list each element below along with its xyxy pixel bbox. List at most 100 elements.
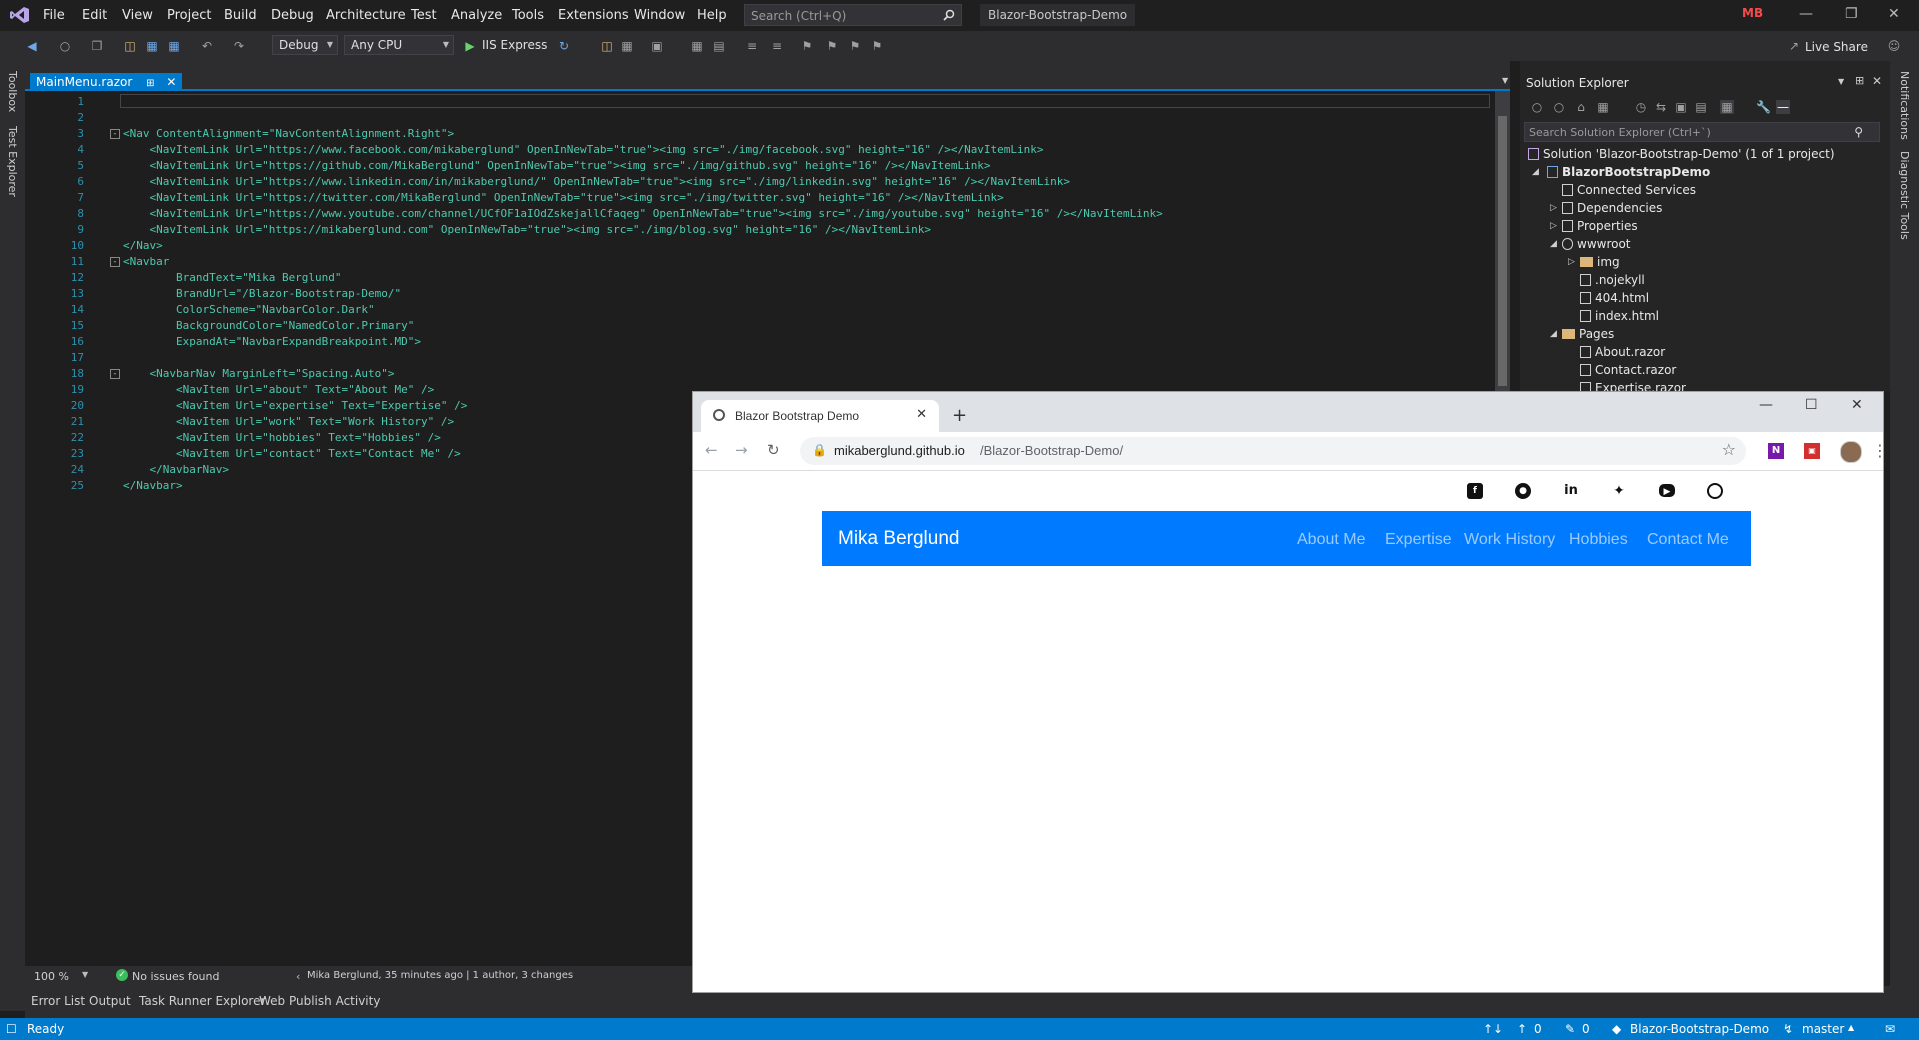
sync-icon[interactable]: ⇆ bbox=[1654, 100, 1668, 114]
zoom-level[interactable]: 100 % bbox=[34, 970, 69, 983]
chevron-down-icon[interactable]: ▼ bbox=[82, 970, 88, 979]
blog-icon[interactable] bbox=[1707, 483, 1723, 499]
back-icon[interactable]: ◀ bbox=[25, 39, 39, 53]
tree-item-dependencies[interactable]: Dependencies bbox=[1562, 201, 1662, 215]
solution-explorer-search[interactable]: Search Solution Explorer (Ctrl+`) ⚲ bbox=[1524, 122, 1880, 142]
tree-item-pages[interactable]: Pages bbox=[1562, 327, 1614, 341]
kebab-menu-icon[interactable]: ⋮ bbox=[1872, 441, 1888, 460]
platform-dropdown[interactable]: Any CPU ▼ bbox=[344, 35, 454, 55]
new-project-icon[interactable]: ❐ bbox=[90, 39, 104, 53]
scrollbar-thumb[interactable] bbox=[1498, 116, 1507, 386]
lock-icon[interactable]: 🔒 bbox=[812, 443, 827, 457]
profile-avatar[interactable] bbox=[1840, 441, 1862, 463]
show-all-files-icon[interactable]: ▦ bbox=[1720, 100, 1734, 114]
pin-icon[interactable]: ⊞ bbox=[146, 78, 154, 89]
notifications-tab[interactable]: Notifications bbox=[1898, 71, 1911, 140]
pin-icon[interactable]: ⊞ bbox=[1855, 74, 1864, 87]
menu-extensions[interactable]: Extensions bbox=[558, 8, 629, 23]
minimize-icon[interactable]: — bbox=[1759, 397, 1773, 413]
browser-tab[interactable]: Blazor Bootstrap Demo ✕ bbox=[701, 400, 939, 432]
bookmark-clear-icon[interactable]: ⚑ bbox=[870, 39, 884, 53]
branch-name[interactable]: master bbox=[1802, 1022, 1844, 1036]
tab-mainmenu-razor[interactable]: MainMenu.razor ⊞ ✕ bbox=[30, 73, 183, 91]
tree-item-contact-razor[interactable]: Contact.razor bbox=[1580, 363, 1676, 377]
feedback-icon[interactable]: ☺ bbox=[1887, 39, 1901, 53]
tree-item-properties[interactable]: Properties bbox=[1562, 219, 1638, 233]
user-initials[interactable]: MB bbox=[1742, 6, 1763, 20]
outdent-icon[interactable]: ≡ bbox=[770, 39, 784, 53]
run-target[interactable]: IIS Express bbox=[482, 38, 547, 52]
configuration-dropdown[interactable]: Debug ▼ bbox=[272, 35, 338, 55]
minimize-icon[interactable]: — bbox=[1799, 6, 1813, 22]
forward-icon[interactable]: ○ bbox=[58, 39, 72, 53]
save-icon[interactable]: ▦ bbox=[145, 39, 159, 53]
restore-icon[interactable]: ❐ bbox=[1845, 6, 1858, 22]
bookmark-star-icon[interactable]: ☆ bbox=[1722, 440, 1736, 459]
issues-status[interactable]: No issues found bbox=[132, 970, 219, 983]
fold-toggle-icon[interactable]: - bbox=[110, 369, 120, 379]
chevron-down-icon[interactable]: ▼ bbox=[1838, 77, 1844, 86]
fold-toggle-icon[interactable]: - bbox=[110, 257, 120, 267]
preview-icon[interactable]: — bbox=[1776, 100, 1790, 114]
nav-link-work-history[interactable]: Work History bbox=[1464, 531, 1555, 549]
close-icon[interactable]: ✕ bbox=[1872, 74, 1882, 88]
bookmark-next-icon[interactable]: ⚑ bbox=[848, 39, 862, 53]
nav-link-expertise[interactable]: Expertise bbox=[1385, 531, 1452, 549]
list-icon[interactable]: ▤ bbox=[712, 39, 726, 53]
pending-changes-icon[interactable]: ◷ bbox=[1634, 100, 1648, 114]
facebook-icon[interactable]: f bbox=[1467, 483, 1483, 499]
tree-item-about-razor[interactable]: About.razor bbox=[1580, 345, 1665, 359]
collapse-all-icon[interactable]: ▤ bbox=[1694, 100, 1708, 114]
git-blame-info[interactable]: Mika Berglund, 35 minutes ago | 1 author… bbox=[307, 970, 573, 981]
extension-icon[interactable]: ▣ bbox=[1804, 443, 1820, 459]
nav-link-hobbies[interactable]: Hobbies bbox=[1569, 531, 1628, 549]
expanded-arrow-icon[interactable]: ◢ bbox=[1532, 167, 1539, 177]
tab-output[interactable]: Output bbox=[89, 994, 131, 1008]
expanded-arrow-icon[interactable]: ◢ bbox=[1550, 329, 1557, 339]
tree-item-wwwroot[interactable]: wwwroot bbox=[1562, 237, 1631, 251]
browse-icon[interactable]: ◫ bbox=[600, 39, 614, 53]
menu-build[interactable]: Build bbox=[224, 8, 257, 23]
refresh-icon[interactable]: ↻ bbox=[557, 39, 571, 53]
save-all-icon[interactable]: ▦ bbox=[167, 39, 181, 53]
linkedin-icon[interactable]: in bbox=[1563, 483, 1579, 499]
test-explorer-tab[interactable]: Test Explorer bbox=[6, 126, 19, 197]
back-icon[interactable]: ○ bbox=[1530, 100, 1544, 114]
tab-task-runner-explorer[interactable]: Task Runner Explorer bbox=[139, 994, 265, 1008]
open-file-icon[interactable]: ◫ bbox=[123, 39, 137, 53]
tree-item-404-html[interactable]: 404.html bbox=[1580, 291, 1649, 305]
expanded-arrow-icon[interactable]: ◢ bbox=[1550, 239, 1557, 249]
new-tab-icon[interactable]: + bbox=[952, 405, 967, 426]
menu-file[interactable]: File bbox=[43, 8, 65, 23]
diagnostic-tools-tab[interactable]: Diagnostic Tools bbox=[1898, 151, 1911, 240]
menu-tools[interactable]: Tools bbox=[512, 8, 544, 23]
youtube-icon[interactable]: ▶ bbox=[1659, 484, 1675, 497]
window-icon[interactable]: ▣ bbox=[650, 39, 664, 53]
indent-icon[interactable]: ≡ bbox=[745, 39, 759, 53]
collapsed-arrow-icon[interactable]: ▷ bbox=[1568, 257, 1575, 267]
menu-test[interactable]: Test bbox=[411, 8, 437, 23]
chevron-up-icon[interactable]: ▲ bbox=[1848, 1023, 1854, 1032]
github-icon[interactable]: ● bbox=[1515, 483, 1531, 499]
redo-icon[interactable]: ↷ bbox=[232, 39, 246, 53]
bookmark-icon[interactable]: ⚑ bbox=[800, 39, 814, 53]
switch-views-icon[interactable]: ▦ bbox=[1596, 100, 1610, 114]
bookmark-prev-icon[interactable]: ⚑ bbox=[825, 39, 839, 53]
navbar-brand[interactable]: Mika Berglund bbox=[838, 528, 959, 550]
menu-analyze[interactable]: Analyze bbox=[451, 8, 502, 23]
live-share-button[interactable]: Live Share bbox=[1805, 40, 1868, 54]
nav-link-contact-me[interactable]: Contact Me bbox=[1647, 531, 1729, 549]
tree-item-nojekyll[interactable]: .nojekyll bbox=[1580, 273, 1645, 287]
notifications-icon[interactable]: ✉ bbox=[1885, 1022, 1895, 1036]
menu-help[interactable]: Help bbox=[697, 8, 727, 23]
toolbox-tab[interactable]: Toolbox bbox=[6, 71, 19, 112]
close-icon[interactable]: ✕ bbox=[1888, 6, 1900, 22]
run-icon[interactable]: ▶ bbox=[463, 39, 477, 53]
close-icon[interactable]: ✕ bbox=[1851, 397, 1863, 413]
tab-dropdown-icon[interactable]: ▼ bbox=[1502, 76, 1508, 85]
tab-web-publish-activity[interactable]: Web Publish Activity bbox=[259, 994, 380, 1008]
tree-item-index-html[interactable]: index.html bbox=[1580, 309, 1659, 323]
properties-icon[interactable]: 🔧 bbox=[1756, 100, 1771, 114]
layout-icon[interactable]: ▦ bbox=[620, 39, 634, 53]
search-icon[interactable]: ⚲ bbox=[1854, 125, 1863, 139]
